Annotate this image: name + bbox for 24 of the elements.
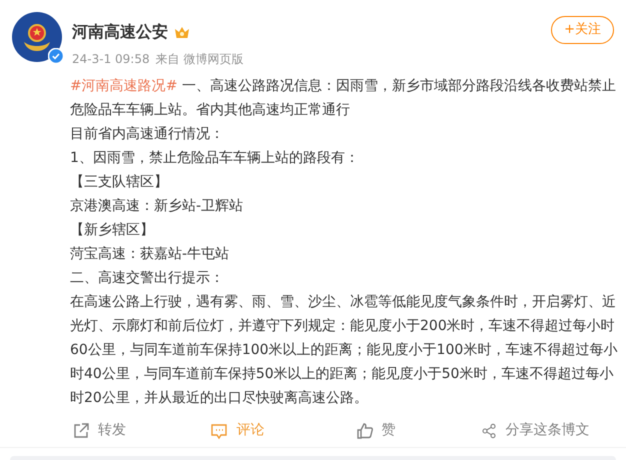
topic-link[interactable]: #河南高速路况# [70, 78, 178, 94]
post-time[interactable]: 24-3-1 09:58 [72, 50, 150, 68]
post-paragraph: 在高速公路上行驶，遇有雾、雨、雪、沙尘、冰雹等低能见度气象条件时，开启雾灯、近光灯、示廓灯和前后位灯，并遵守下列规定：能见度小于200米时，车速不得超过每小时60公里，与同车道前车保持100米以上的距离；能见度小于100米时，车速不得超过每小时40公里，与同车道前车保持50米以上的距离；能见度小于50米时，车速不得超过每小时20公里，并从最近的出口尽快驶离高速公路。 [70, 293, 618, 408]
emblem-avatar-icon [12, 12, 62, 62]
action-button[interactable]: 分享这条博文 [481, 420, 590, 441]
share-out-icon [72, 422, 90, 440]
post-paragraph: #河南高速路况# 一、高速公路路况信息：因雨雪，新乡市域部分路段沿线各收费站禁止危险品车车辆上站。省内其他高速均正常通行 [70, 77, 617, 120]
share-icon [481, 422, 498, 438]
author-name[interactable]: 河南高速公安 [72, 20, 168, 44]
post-paragraph: 1、因雨雪，禁止危险品车车辆上站的路段有： [70, 149, 360, 168]
action-button[interactable]: 赞 [356, 420, 396, 441]
thumbs-up-icon [356, 422, 374, 440]
post-paragraph: 二、高速交警出行提示： [70, 269, 225, 288]
post-paragraph: 【新乡辖区】 [70, 221, 155, 240]
action-button[interactable]: 评论 [210, 420, 264, 441]
post-paragraph: 菏宝高速：获嘉站-牛屯站 [70, 245, 230, 264]
comment-icon [210, 422, 228, 440]
post-source: 来自 微博网页版 [156, 51, 244, 68]
post-paragraph: 【三支队辖区】 [70, 173, 169, 192]
post-paragraph: 京港澳高速：新乡站-卫辉站 [70, 197, 244, 216]
follow-button[interactable]: +关注 [551, 16, 614, 44]
post-paragraph: 目前省内高速通行情况： [70, 125, 225, 144]
action-button[interactable]: 转发 [72, 420, 126, 441]
crown-icon [174, 24, 190, 40]
